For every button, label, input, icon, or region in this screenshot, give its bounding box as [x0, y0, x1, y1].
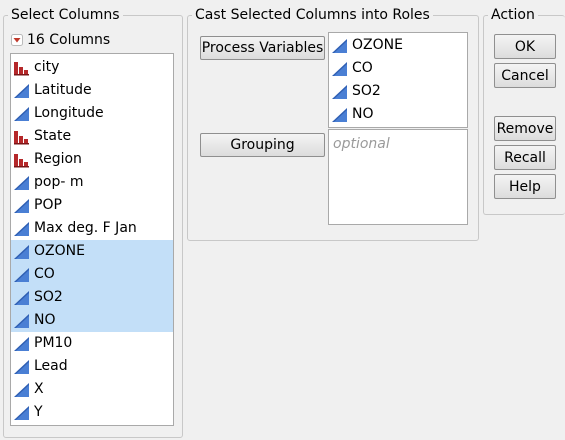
list-item-label: Y: [34, 404, 43, 420]
continuous-triangle-icon: [13, 198, 31, 214]
cancel-button[interactable]: Cancel: [494, 63, 556, 88]
list-item[interactable]: NO: [11, 309, 173, 332]
list-item-label: POP: [34, 197, 62, 213]
continuous-triangle-icon: [13, 313, 31, 329]
nominal-bar-icon: [13, 129, 31, 145]
list-item[interactable]: OZONE: [329, 34, 467, 57]
continuous-triangle-icon: [13, 221, 31, 237]
continuous-triangle-icon: [13, 290, 31, 306]
list-item[interactable]: Y: [11, 401, 173, 424]
list-item[interactable]: pop- m: [11, 171, 173, 194]
list-item-label: PM10: [34, 335, 73, 351]
list-item[interactable]: Lead: [11, 355, 173, 378]
list-item[interactable]: Region: [11, 148, 173, 171]
continuous-triangle-icon: [331, 38, 349, 54]
continuous-triangle-icon: [13, 267, 31, 283]
grouping-placeholder: optional: [333, 136, 390, 152]
column-count-label: 16 Columns: [27, 32, 111, 48]
list-item-label: NO: [34, 312, 56, 328]
remove-button[interactable]: Remove: [494, 116, 556, 141]
list-item-label: Region: [34, 151, 82, 167]
list-item[interactable]: NO: [329, 103, 467, 126]
column-count-toggle[interactable]: 16 Columns: [11, 32, 110, 48]
list-item[interactable]: SO2: [11, 286, 173, 309]
list-item-label: OZONE: [34, 243, 85, 259]
list-item[interactable]: city: [11, 56, 173, 79]
continuous-triangle-icon: [13, 382, 31, 398]
process-variables-listbox[interactable]: OZONE CO SO2 NO: [328, 32, 468, 128]
select-columns-title: Select Columns: [8, 6, 123, 24]
list-item-label: State: [34, 128, 72, 144]
continuous-triangle-icon: [13, 83, 31, 99]
list-item-label: city: [34, 59, 60, 75]
action-title: Action: [488, 6, 538, 24]
list-item-label: CO: [34, 266, 55, 282]
list-item-label: Lead: [34, 358, 68, 374]
list-item-label: NO: [352, 106, 374, 122]
continuous-triangle-icon: [331, 107, 349, 123]
list-item[interactable]: Longitude: [11, 102, 173, 125]
help-button[interactable]: Help: [494, 174, 556, 199]
columns-listbox[interactable]: city Latitude Longitude State Region pop- m PO…: [10, 53, 174, 426]
continuous-triangle-icon: [13, 336, 31, 352]
continuous-triangle-icon: [13, 106, 31, 122]
continuous-triangle-icon: [13, 359, 31, 375]
grouping-button[interactable]: Grouping: [200, 133, 325, 157]
continuous-triangle-icon: [13, 244, 31, 260]
list-item[interactable]: Latitude: [11, 79, 173, 102]
list-item[interactable]: Max deg. F Jan: [11, 217, 173, 240]
list-item-label: OZONE: [352, 37, 403, 53]
continuous-triangle-icon: [13, 405, 31, 421]
grouping-listbox[interactable]: optional: [328, 129, 468, 225]
ok-button[interactable]: OK: [494, 34, 556, 59]
list-item[interactable]: X: [11, 378, 173, 401]
list-item[interactable]: SO2: [329, 80, 467, 103]
list-item-label: Max deg. F Jan: [34, 220, 137, 236]
list-item-label: CO: [352, 60, 373, 76]
list-item-label: SO2: [34, 289, 63, 305]
list-item[interactable]: POP: [11, 194, 173, 217]
recall-button[interactable]: Recall: [494, 145, 556, 170]
list-item[interactable]: OZONE: [11, 240, 173, 263]
list-item[interactable]: CO: [329, 57, 467, 80]
continuous-triangle-icon: [13, 175, 31, 191]
process-variables-button[interactable]: Process Variables: [200, 36, 325, 60]
list-item-label: Longitude: [34, 105, 104, 121]
list-item-label: Latitude: [34, 82, 92, 98]
list-item-label: X: [34, 381, 44, 397]
list-item[interactable]: CO: [11, 263, 173, 286]
list-item-label: pop- m: [34, 174, 84, 190]
continuous-triangle-icon: [331, 61, 349, 77]
disclosure-triangle-icon[interactable]: [11, 34, 23, 46]
list-item[interactable]: State: [11, 125, 173, 148]
nominal-bar-icon: [13, 60, 31, 76]
cast-roles-title: Cast Selected Columns into Roles: [192, 6, 433, 24]
list-item-label: SO2: [352, 83, 381, 99]
list-item[interactable]: PM10: [11, 332, 173, 355]
nominal-bar-icon: [13, 152, 31, 168]
continuous-triangle-icon: [331, 84, 349, 100]
